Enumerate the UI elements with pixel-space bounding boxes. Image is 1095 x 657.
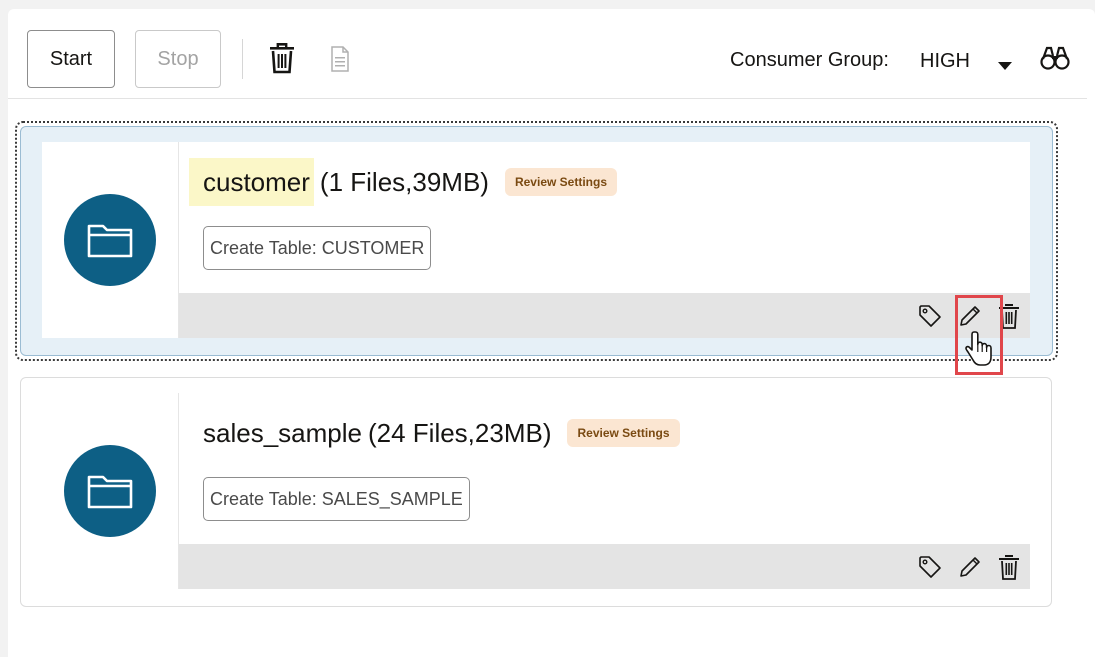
consumer-group-label: Consumer Group:	[730, 49, 889, 71]
consumer-group-value: HIGH	[920, 49, 970, 72]
card-content: customer (1 Files,39MB) Review Settings …	[42, 142, 1030, 338]
tag-icon[interactable]	[917, 303, 943, 329]
load-card-sales-sample[interactable]: sales_sample (24 Files,23MB) Review Sett…	[20, 377, 1052, 607]
card-icon-column	[42, 393, 179, 589]
create-table-action[interactable]: Create Table: SALES_SAMPLE	[203, 477, 470, 521]
load-card-customer[interactable]: customer (1 Files,39MB) Review Settings …	[20, 126, 1053, 356]
hand-pointer-icon	[964, 330, 994, 368]
tag-icon[interactable]	[917, 554, 943, 580]
create-table-action[interactable]: Create Table: CUSTOMER	[203, 226, 432, 270]
consumer-group-select[interactable]: HIGH	[912, 42, 1016, 80]
stop-button[interactable]: Stop	[135, 30, 221, 88]
card-name: customer	[189, 158, 314, 206]
chevron-down-icon	[998, 57, 1012, 75]
start-button[interactable]: Start	[27, 30, 115, 88]
toolbar: Start Stop Consumer Group: HIGH	[8, 9, 1087, 99]
card-meta: (24 Files,23MB)	[367, 417, 552, 448]
toolbar-divider	[242, 39, 243, 79]
binoculars-icon[interactable]	[1040, 45, 1070, 71]
document-icon	[328, 45, 352, 73]
card-content: sales_sample (24 Files,23MB) Review Sett…	[42, 393, 1030, 589]
review-settings-badge[interactable]: Review Settings	[567, 419, 680, 447]
card-title-row: customer (1 Files,39MB) Review Settings	[189, 158, 617, 206]
card-name: sales_sample	[203, 417, 362, 448]
pencil-icon[interactable]	[957, 554, 983, 580]
card-actions-bar	[179, 544, 1030, 589]
trash-icon[interactable]	[266, 41, 298, 75]
folder-icon	[64, 445, 156, 537]
card-actions-bar	[179, 293, 1030, 338]
trash-icon[interactable]	[996, 554, 1022, 580]
card-meta: (1 Files,39MB)	[319, 166, 489, 197]
card-icon-column	[42, 142, 179, 338]
review-settings-badge[interactable]: Review Settings	[504, 168, 617, 196]
folder-icon	[64, 194, 156, 286]
card-title-row: sales_sample (24 Files,23MB) Review Sett…	[189, 409, 680, 457]
